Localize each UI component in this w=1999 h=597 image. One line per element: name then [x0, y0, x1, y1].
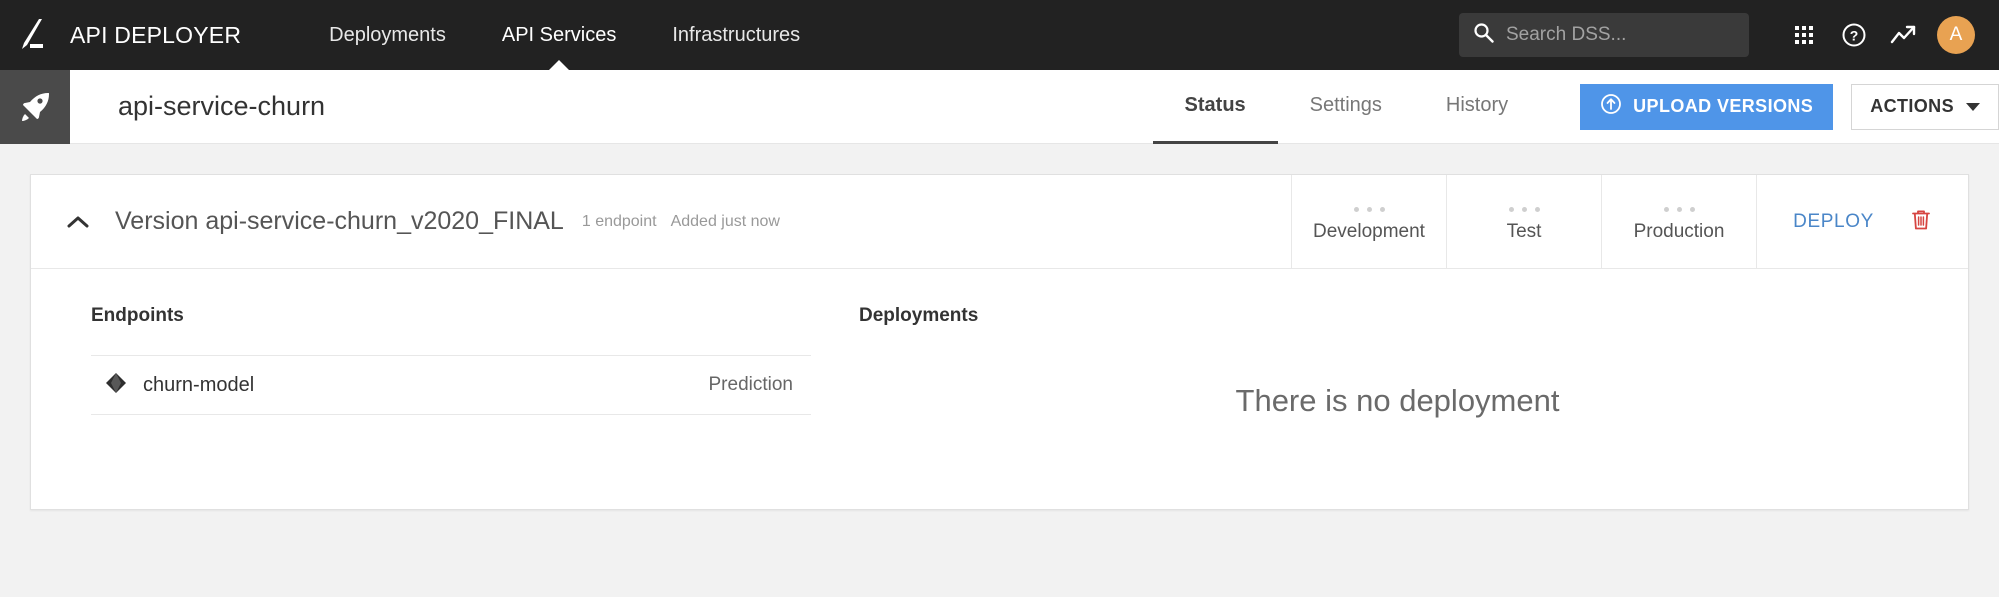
- tab-settings[interactable]: Settings: [1278, 70, 1414, 144]
- diamond-gem-icon: [105, 372, 127, 399]
- main-content: Version api-service-churn_v2020_FINAL 1 …: [0, 144, 1999, 510]
- version-card: Version api-service-churn_v2020_FINAL 1 …: [30, 174, 1969, 510]
- actions-button[interactable]: ACTIONS: [1851, 84, 1999, 130]
- tab-label: History: [1446, 94, 1508, 117]
- help-question-icon[interactable]: ?: [1831, 12, 1877, 58]
- deployments-section: Deployments There is no deployment: [859, 305, 1936, 465]
- env-status-dots-icon: [1664, 207, 1695, 212]
- env-status-dots-icon: [1509, 207, 1540, 212]
- nav-link-api-services[interactable]: API Services: [474, 0, 644, 70]
- actions-label: ACTIONS: [1870, 96, 1954, 117]
- avatar-initial: A: [1950, 24, 1963, 46]
- env-column-test[interactable]: Test: [1446, 175, 1601, 268]
- endpoint-row[interactable]: churn-model Prediction: [91, 356, 811, 414]
- version-details: Endpoints churn-model Prediction: [31, 269, 1968, 509]
- svg-text:?: ?: [1850, 28, 1859, 44]
- tab-status[interactable]: Status: [1153, 70, 1278, 144]
- dataiku-logo-icon[interactable]: [0, 0, 70, 70]
- chevron-down-icon: [1966, 103, 1980, 111]
- upload-versions-label: UPLOAD VERSIONS: [1633, 96, 1813, 117]
- delete-version-button[interactable]: [1910, 208, 1932, 235]
- endpoints-section: Endpoints churn-model Prediction: [91, 305, 811, 465]
- deployments-empty-message: There is no deployment: [859, 383, 1936, 419]
- search-input[interactable]: [1506, 24, 1735, 46]
- nav-link-label: Infrastructures: [672, 24, 800, 46]
- version-actions: DEPLOY: [1756, 175, 1968, 268]
- search-icon: [1473, 22, 1494, 48]
- version-header-row: Version api-service-churn_v2020_FINAL 1 …: [31, 175, 1968, 269]
- trash-icon: [1910, 208, 1932, 235]
- brand-title[interactable]: API DEPLOYER: [70, 22, 251, 49]
- rocket-icon: [0, 70, 70, 144]
- deploy-button[interactable]: DEPLOY: [1793, 211, 1874, 233]
- endpoints-title: Endpoints: [91, 305, 811, 327]
- env-column-development[interactable]: Development: [1291, 175, 1446, 268]
- tab-label: Status: [1185, 94, 1246, 117]
- upload-circle-icon: [1600, 93, 1622, 120]
- version-title: Version api-service-churn_v2020_FINAL: [115, 207, 564, 236]
- user-avatar[interactable]: A: [1937, 16, 1975, 54]
- page-subheader: api-service-churn Status Settings Histor…: [0, 70, 1999, 144]
- chevron-up-icon[interactable]: [63, 207, 93, 237]
- version-summary[interactable]: Version api-service-churn_v2020_FINAL 1 …: [31, 175, 1291, 268]
- active-nav-caret-icon: [548, 60, 570, 71]
- apps-grid-dots: [1795, 26, 1813, 44]
- endpoint-name: churn-model: [143, 374, 254, 397]
- nav-link-deployments[interactable]: Deployments: [301, 0, 474, 70]
- apps-grid-icon[interactable]: [1781, 12, 1827, 58]
- deployments-title: Deployments: [859, 305, 1936, 327]
- nav-link-label: Deployments: [329, 24, 446, 46]
- version-added-time: Added just now: [671, 213, 780, 231]
- env-label: Development: [1313, 221, 1425, 243]
- env-label: Production: [1634, 221, 1725, 243]
- page-tabs: Status Settings History: [1153, 70, 1541, 144]
- tab-label: Settings: [1310, 94, 1382, 117]
- env-status-dots-icon: [1354, 207, 1385, 212]
- nav-link-infrastructures[interactable]: Infrastructures: [644, 0, 828, 70]
- top-navigation-bar: API DEPLOYER Deployments API Services In…: [0, 0, 1999, 70]
- page-title: api-service-churn: [118, 91, 325, 122]
- search-box[interactable]: [1459, 13, 1749, 57]
- primary-nav-links: Deployments API Services Infrastructures: [301, 0, 828, 70]
- tab-history[interactable]: History: [1414, 70, 1540, 144]
- endpoint-type: Prediction: [709, 374, 794, 396]
- trending-up-icon[interactable]: [1881, 12, 1927, 58]
- env-column-production[interactable]: Production: [1601, 175, 1756, 268]
- version-endpoint-count: 1 endpoint: [582, 213, 657, 231]
- endpoints-divider-bottom: [91, 414, 811, 415]
- nav-link-label: API Services: [502, 24, 616, 46]
- upload-versions-button[interactable]: UPLOAD VERSIONS: [1580, 84, 1833, 130]
- env-label: Test: [1507, 221, 1542, 243]
